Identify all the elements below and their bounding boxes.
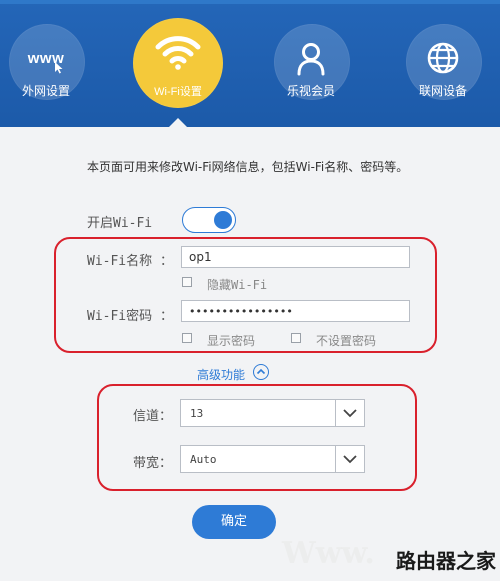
chevron-down-icon xyxy=(343,409,357,418)
wifi-password-input[interactable]: •••••••••••••••• xyxy=(181,300,410,322)
top-nav-bar: www 外网设置 Wi-Fi设置 乐视会员 联网设备 xyxy=(0,0,500,128)
show-password-label: 显示密码 xyxy=(207,334,256,348)
channel-label: 信道： xyxy=(133,409,173,424)
channel-value: 13 xyxy=(190,407,204,420)
page-description: 本页面可用来修改Wi-Fi网络信息，包括Wi-Fi名称、密码等。 xyxy=(87,160,409,174)
wifi-name-input[interactable]: op1 xyxy=(181,246,410,268)
www-icon: www xyxy=(0,48,92,74)
show-password-checkbox[interactable] xyxy=(182,333,192,343)
chevron-up-icon xyxy=(256,368,266,375)
channel-select[interactable]: 13 xyxy=(180,399,365,427)
chevron-down-icon xyxy=(343,455,357,464)
nav-label-wifi: Wi-Fi设置 xyxy=(154,86,202,98)
nav-label-member: 乐视会员 xyxy=(286,84,335,98)
bandwidth-label: 带宽： xyxy=(133,456,173,471)
no-password-label: 不设置密码 xyxy=(316,334,377,348)
advanced-functions-link[interactable]: 高级功能 xyxy=(197,366,245,383)
watermark-left: Www. xyxy=(282,536,375,571)
nav-item-letv-member[interactable]: 乐视会员 xyxy=(265,18,357,118)
watermark-right: 路由器之家 xyxy=(396,549,496,573)
advanced-collapse-button[interactable] xyxy=(253,364,269,380)
no-password-checkbox[interactable] xyxy=(291,333,301,343)
nav-item-wifi-settings[interactable]: Wi-Fi设置 xyxy=(133,18,225,118)
hide-wifi-label: 隐藏Wi-Fi xyxy=(207,278,268,292)
wifi-name-label: Wi-Fi名称 ： xyxy=(87,254,173,269)
wifi-password-label: Wi-Fi密码 ： xyxy=(87,309,173,324)
top-accent-line xyxy=(0,0,500,4)
bandwidth-dropdown-arrow[interactable] xyxy=(335,446,364,472)
bandwidth-value: Auto xyxy=(190,453,217,466)
nav-label-devices: 联网设备 xyxy=(418,84,467,98)
confirm-button[interactable]: 确定 xyxy=(192,505,276,539)
wifi-toggle-switch[interactable] xyxy=(182,207,236,233)
bandwidth-select[interactable]: Auto xyxy=(180,445,365,473)
user-icon xyxy=(265,42,357,80)
globe-icon xyxy=(397,41,489,79)
nav-item-wan-settings[interactable]: www 外网设置 xyxy=(0,18,92,118)
wifi-icon xyxy=(132,34,224,74)
wifi-toggle-label: 开启Wi-Fi xyxy=(87,216,153,231)
nav-item-connected-devices[interactable]: 联网设备 xyxy=(397,18,489,118)
toggle-knob xyxy=(214,211,232,229)
channel-dropdown-arrow[interactable] xyxy=(335,400,364,426)
nav-label-wan: 外网设置 xyxy=(21,84,70,98)
hide-wifi-checkbox[interactable] xyxy=(182,277,192,287)
